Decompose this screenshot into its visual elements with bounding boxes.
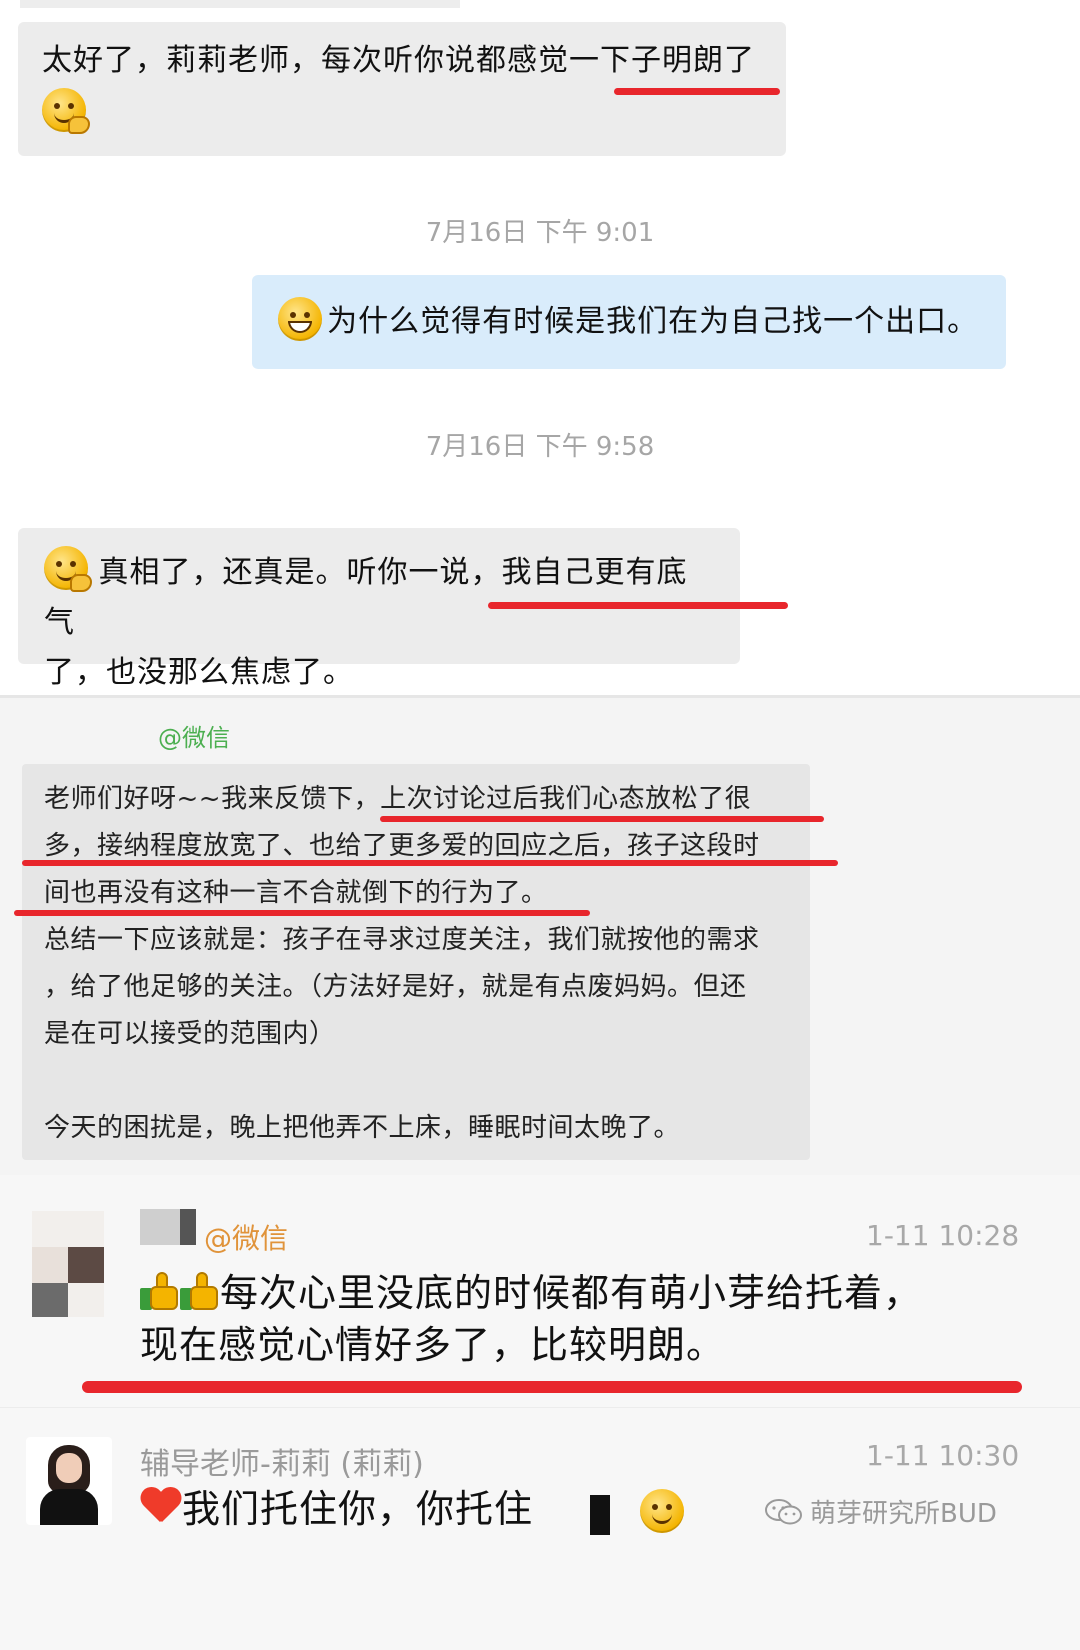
redacted-name (140, 1209, 196, 1245)
post-text: 每次心里没底的时候都有萌小芽给托着， 现在感觉心情好多了，比较明朗。 (140, 1267, 1040, 1371)
watermark: 萌芽研究所BUD (764, 1493, 997, 1530)
sender-tag: @微信 (204, 1222, 289, 1255)
post-time: 1-11 10:28 (866, 1219, 1020, 1252)
feedback-line: ，给了他足够的关注。（方法好是好，就是有点废妈妈。但还 (44, 972, 747, 1002)
comment-feed: @微信 1-11 10:28 每次心里没底的时候都有萌小芽给托着， 现在感觉心情… (0, 1175, 1080, 1650)
message-text-line2: 了，也没那么焦虑了。 (44, 655, 354, 690)
redacted-block (590, 1495, 610, 1535)
thinking-face-icon (42, 88, 90, 134)
divider (0, 1407, 1080, 1408)
wechat-icon (765, 1498, 802, 1524)
teacher-name: 辅导老师-莉莉 (莉莉) (140, 1447, 424, 1482)
feedback-text: 老师们好呀~~我来反馈下，上次讨论过后我们心态放松了很 多，接纳程度放宽了、也给… (44, 776, 804, 1152)
timestamp: 7月16日 下午 9:58 (425, 432, 655, 462)
highlight-underline (14, 910, 590, 916)
highlight-underline (22, 860, 838, 866)
top-crop-remnant (20, 0, 460, 8)
message-text: 为什么觉得有时候是我们在为自己找一个出口。 (327, 304, 979, 339)
thinking-face-icon (44, 546, 92, 592)
thumbs-up-icon (180, 1272, 220, 1312)
smiling-face-icon (640, 1489, 684, 1533)
thumbs-up-icon (140, 1272, 180, 1312)
post-text-line1: 每次心里没底的时候都有萌小芽给托着， (220, 1271, 923, 1315)
avatar[interactable] (32, 1211, 104, 1317)
highlight-underline (614, 88, 780, 95)
message-text: 太好了，莉莉老师，每次听你说都感觉一下子明朗了 (42, 43, 755, 78)
feedback-panel: @微信 老师们好呀~~我来反馈下，上次讨论过后我们心态放松了很 多，接纳程度放宽… (0, 695, 1080, 1178)
timestamp: 7月16日 下午 9:01 (425, 218, 655, 248)
highlight-underline (82, 1381, 1022, 1393)
chat-bubble-sent: 为什么觉得有时候是我们在为自己找一个出口。 (252, 275, 1006, 369)
grin-face-icon (278, 297, 322, 341)
feedback-line (44, 1058, 804, 1105)
red-heart-icon (140, 1488, 182, 1526)
post-text-line2: 现在感觉心情好多了，比较明朗。 (140, 1323, 726, 1367)
feedback-line: 今天的困扰是，晚上把他弄不上床，睡眠时间太晚了。 (44, 1113, 681, 1143)
feedback-line: 总结一下应该就是：孩子在寻求过度关注，我们就按他的需求 (44, 925, 760, 955)
highlight-underline (488, 602, 788, 609)
sender-tag: @微信 (158, 724, 230, 752)
highlight-underline (380, 816, 824, 822)
teacher-avatar[interactable] (26, 1437, 112, 1525)
post-time: 1-11 10:30 (866, 1439, 1020, 1472)
message-text-line1: 真相了，还真是。听你一说，我自己更有底气 (44, 555, 688, 640)
chat-bubble-received: 真相了，还真是。听你一说，我自己更有底气 了，也没那么焦虑了。 (18, 528, 740, 690)
feedback-line: 是在可以接受的范围内） (44, 1019, 336, 1049)
post-text-body: 我们托住你，你托住 (182, 1487, 534, 1531)
watermark-text: 萌芽研究所BUD (810, 1499, 997, 1529)
